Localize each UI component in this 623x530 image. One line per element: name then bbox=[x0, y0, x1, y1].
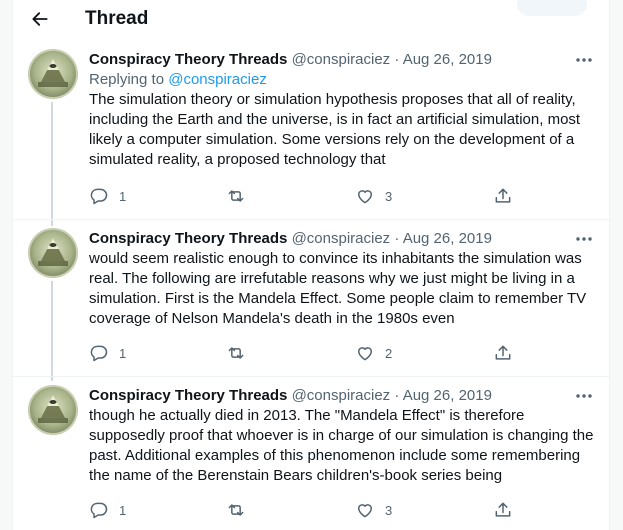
reply-button[interactable]: 1 bbox=[89, 186, 126, 206]
share-button[interactable] bbox=[493, 343, 513, 363]
like-count: 3 bbox=[385, 502, 393, 518]
more-horizontal-icon bbox=[576, 58, 592, 62]
author-name[interactable]: Conspiracy Theory Threads bbox=[89, 387, 287, 404]
retweet-arrows-icon bbox=[228, 347, 244, 359]
reply-bubble-icon bbox=[90, 502, 108, 519]
pyramid-eye-avatar bbox=[28, 385, 78, 435]
reply-button[interactable]: 1 bbox=[89, 343, 126, 363]
tweet-divider bbox=[13, 219, 611, 220]
tweet-date[interactable]: Aug 26, 2019 bbox=[403, 51, 492, 68]
tweet-actions: 1 3 bbox=[89, 186, 519, 206]
more-button[interactable] bbox=[573, 231, 595, 247]
thread-connector-2 bbox=[51, 281, 53, 381]
tweet-text-line: though he actually died in 2013. The "Ma… bbox=[89, 407, 525, 424]
more-horizontal-icon bbox=[576, 394, 592, 398]
share-button[interactable] bbox=[493, 186, 513, 206]
author-handle[interactable]: @conspiraciez bbox=[292, 51, 391, 68]
meta-separator: · bbox=[394, 230, 400, 247]
tweet-date[interactable]: Aug 26, 2019 bbox=[403, 230, 492, 247]
avatar[interactable] bbox=[28, 228, 78, 278]
like-count: 3 bbox=[385, 188, 393, 204]
reply-bubble-icon bbox=[90, 188, 108, 205]
tweet-text: though he actually died in 2013. The "Ma… bbox=[89, 406, 597, 486]
share-upload-icon bbox=[495, 502, 511, 517]
share-upload-icon bbox=[495, 188, 511, 203]
pyramid-eye-avatar bbox=[28, 49, 78, 99]
retweet-arrows-icon bbox=[228, 190, 244, 202]
more-horizontal-icon bbox=[576, 237, 592, 241]
tweet-actions: 1 3 bbox=[89, 500, 519, 520]
meta-separator: · bbox=[394, 387, 400, 404]
tweet-text-line: real. The following are irrefutable reas… bbox=[89, 270, 575, 287]
tweet-text: would seem realistic enough to convince … bbox=[89, 249, 597, 329]
retweet-button[interactable] bbox=[225, 500, 257, 520]
share-button[interactable] bbox=[493, 500, 513, 520]
like-button[interactable]: 3 bbox=[355, 186, 392, 206]
heart-icon bbox=[358, 190, 372, 204]
heart-icon bbox=[358, 347, 372, 361]
tweet-text-line: would seem realistic enough to convince … bbox=[89, 250, 582, 267]
tweet-text-line: the name of the Berenstain Bears childre… bbox=[89, 467, 503, 484]
pyramid-eye-avatar bbox=[28, 228, 78, 278]
author-handle[interactable]: @conspiraciez bbox=[292, 387, 391, 404]
tweet-text-line: simulation. First is the Mandela Effect.… bbox=[89, 290, 587, 307]
tweet-text: The simulation theory or simulation hypo… bbox=[89, 90, 597, 170]
avatar[interactable] bbox=[28, 385, 78, 435]
author-name[interactable]: Conspiracy Theory Threads bbox=[89, 51, 287, 68]
retweet-arrows-icon bbox=[228, 504, 244, 516]
share-upload-icon bbox=[495, 345, 511, 360]
thread-header: Thread bbox=[13, 0, 611, 40]
tweet-text-line: including the Earth and the universe, is… bbox=[89, 111, 581, 128]
like-button[interactable]: 3 bbox=[355, 500, 392, 520]
thread-connector-1 bbox=[51, 102, 53, 226]
avatar[interactable] bbox=[28, 49, 78, 99]
reply-count: 1 bbox=[119, 188, 127, 204]
like-button[interactable]: 2 bbox=[355, 343, 392, 363]
like-count: 2 bbox=[385, 345, 393, 361]
tweet-text-line: simulated reality, a proposed technology… bbox=[89, 151, 386, 168]
tweet-text-line: The simulation theory or simulation hypo… bbox=[89, 91, 576, 108]
arrow-left-icon bbox=[32, 12, 48, 26]
more-button[interactable] bbox=[573, 388, 595, 404]
timeline-column: Thread Conspiracy Theory Threads @conspi… bbox=[12, 0, 611, 530]
tweet-date[interactable]: Aug 26, 2019 bbox=[403, 387, 492, 404]
tweet-text-line: past. Additional examples of this phenom… bbox=[89, 447, 581, 464]
reply-bubble-icon bbox=[90, 345, 108, 362]
reply-button[interactable]: 1 bbox=[89, 500, 126, 520]
retweet-button[interactable] bbox=[225, 343, 257, 363]
tweet-text-line: likely a computer simulation. Some versi… bbox=[89, 131, 575, 148]
retweet-button[interactable] bbox=[225, 186, 257, 206]
page-title: Thread bbox=[85, 8, 149, 29]
tweet-meta: Conspiracy Theory Threads @conspiraciez … bbox=[89, 386, 597, 406]
meta-separator: · bbox=[394, 51, 400, 68]
author-handle[interactable]: @conspiraciez bbox=[292, 230, 391, 247]
back-button[interactable] bbox=[27, 6, 53, 32]
tweet-text-line: coverage of Nelson Mandela's death in th… bbox=[89, 310, 455, 327]
replying-to-handle[interactable]: @conspiraciez bbox=[168, 71, 267, 88]
more-button[interactable] bbox=[573, 52, 595, 68]
tweet-divider bbox=[13, 376, 611, 377]
tweet-actions: 1 2 bbox=[89, 343, 519, 363]
tweet-meta: Conspiracy Theory Threads @conspiraciez … bbox=[89, 50, 597, 70]
replying-to: Replying to @conspiraciez bbox=[89, 70, 597, 90]
tweet-text-line: supposedly proof that whoever is in char… bbox=[89, 427, 594, 444]
reply-count: 1 bbox=[119, 502, 127, 518]
reply-count: 1 bbox=[119, 345, 127, 361]
author-name[interactable]: Conspiracy Theory Threads bbox=[89, 230, 287, 247]
replying-to-label: Replying to bbox=[89, 71, 165, 88]
heart-icon bbox=[358, 504, 372, 518]
tweet-meta: Conspiracy Theory Threads @conspiraciez … bbox=[89, 229, 597, 249]
